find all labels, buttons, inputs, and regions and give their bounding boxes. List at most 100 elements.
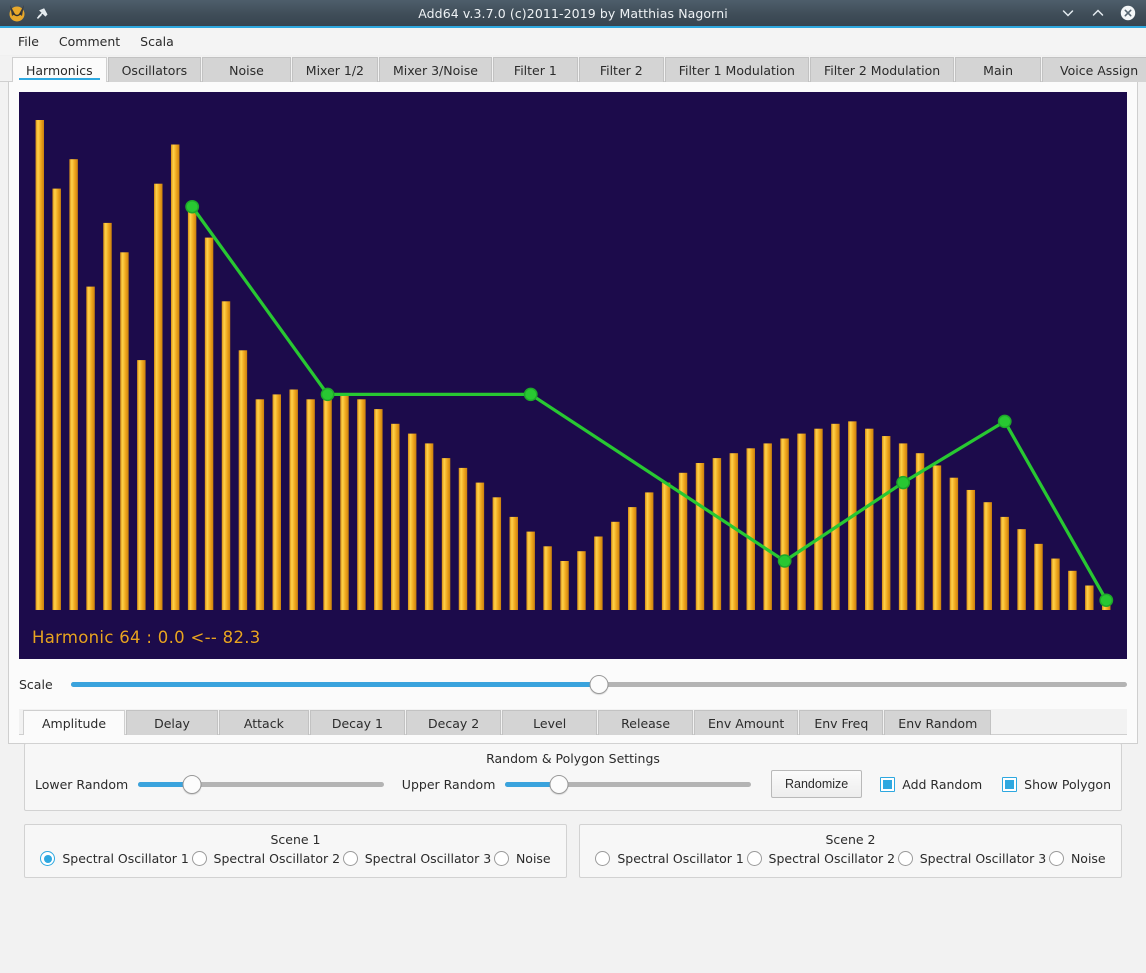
harmonic-bar[interactable] bbox=[611, 522, 619, 610]
slider-thumb[interactable] bbox=[183, 775, 202, 794]
tab-decay-1[interactable]: Decay 1 bbox=[310, 710, 405, 735]
scene2-option-spectral-oscillator-2[interactable]: Spectral Oscillator 2 bbox=[747, 851, 896, 866]
harmonic-bar[interactable] bbox=[36, 120, 44, 610]
harmonic-bar[interactable] bbox=[1034, 544, 1042, 610]
harmonic-bar[interactable] bbox=[306, 399, 314, 610]
radio-button[interactable] bbox=[343, 851, 358, 866]
harmonic-bar[interactable] bbox=[577, 551, 585, 610]
tab-attack[interactable]: Attack bbox=[219, 710, 309, 735]
scene1-option-spectral-oscillator-2[interactable]: Spectral Oscillator 2 bbox=[192, 851, 341, 866]
harmonic-bar[interactable] bbox=[69, 159, 77, 610]
harmonic-bar[interactable] bbox=[899, 443, 907, 610]
tab-filter-1-modulation[interactable]: Filter 1 Modulation bbox=[665, 57, 809, 82]
polygon-control-point[interactable] bbox=[999, 415, 1011, 427]
harmonic-bar[interactable] bbox=[865, 429, 873, 610]
add-random-checkbox[interactable] bbox=[880, 777, 895, 792]
harmonic-bar[interactable] bbox=[442, 458, 450, 610]
radio-button[interactable] bbox=[494, 851, 509, 866]
menu-item-scala[interactable]: Scala bbox=[130, 30, 184, 53]
tab-voice-assign[interactable]: Voice Assign bbox=[1042, 57, 1146, 82]
tab-oscillators[interactable]: Oscillators bbox=[108, 57, 202, 82]
harmonic-bar[interactable] bbox=[323, 394, 331, 610]
harmonic-bar[interactable] bbox=[493, 497, 501, 610]
harmonic-bar[interactable] bbox=[239, 350, 247, 610]
harmonic-bar[interactable] bbox=[86, 287, 94, 610]
harmonic-bar[interactable] bbox=[780, 439, 788, 611]
harmonic-bar[interactable] bbox=[916, 453, 924, 610]
polygon-control-point[interactable] bbox=[186, 201, 198, 213]
harmonic-bar[interactable] bbox=[1051, 559, 1059, 610]
harmonic-bar[interactable] bbox=[52, 189, 60, 610]
harmonic-bar[interactable] bbox=[628, 507, 636, 610]
harmonic-bar[interactable] bbox=[763, 443, 771, 610]
maximize-button[interactable] bbox=[1090, 5, 1106, 21]
pin-icon[interactable] bbox=[35, 6, 50, 21]
tab-amplitude[interactable]: Amplitude bbox=[23, 710, 125, 735]
tab-harmonics[interactable]: Harmonics bbox=[12, 57, 107, 82]
randomize-button[interactable]: Randomize bbox=[771, 770, 862, 798]
harmonic-bar[interactable] bbox=[459, 468, 467, 610]
add-random-checkbox-row[interactable]: Add Random bbox=[880, 777, 982, 792]
tab-filter-2-modulation[interactable]: Filter 2 Modulation bbox=[810, 57, 954, 82]
harmonic-bar[interactable] bbox=[933, 465, 941, 610]
tab-mixer-3-noise[interactable]: Mixer 3/Noise bbox=[379, 57, 492, 82]
menu-item-file[interactable]: File bbox=[8, 30, 49, 53]
harmonic-bar[interactable] bbox=[374, 409, 382, 610]
polygon-control-point[interactable] bbox=[897, 477, 909, 489]
harmonic-bar[interactable] bbox=[273, 394, 281, 610]
harmonic-bar[interactable] bbox=[1068, 571, 1076, 610]
harmonic-bar[interactable] bbox=[510, 517, 518, 610]
harmonics-chart[interactable]: Harmonic 64 : 0.0 <-- 82.3 bbox=[19, 92, 1127, 659]
tab-decay-2[interactable]: Decay 2 bbox=[406, 710, 501, 735]
tab-env-amount[interactable]: Env Amount bbox=[694, 710, 798, 735]
tab-env-random[interactable]: Env Random bbox=[884, 710, 991, 735]
harmonic-bar[interactable] bbox=[696, 463, 704, 610]
radio-button[interactable] bbox=[40, 851, 55, 866]
radio-button[interactable] bbox=[192, 851, 207, 866]
scene1-option-noise[interactable]: Noise bbox=[494, 851, 551, 866]
scale-slider[interactable] bbox=[71, 673, 1127, 695]
harmonic-bar[interactable] bbox=[357, 399, 365, 610]
harmonic-bar[interactable] bbox=[103, 223, 111, 610]
harmonic-bar[interactable] bbox=[1085, 586, 1093, 611]
harmonic-bar[interactable] bbox=[425, 443, 433, 610]
scene2-option-noise[interactable]: Noise bbox=[1049, 851, 1106, 866]
radio-button[interactable] bbox=[747, 851, 762, 866]
polygon-control-point[interactable] bbox=[778, 555, 790, 567]
harmonic-bar[interactable] bbox=[543, 546, 551, 610]
harmonic-bar[interactable] bbox=[408, 434, 416, 610]
harmonic-bar[interactable] bbox=[120, 252, 128, 610]
harmonic-bar[interactable] bbox=[882, 436, 890, 610]
tab-delay[interactable]: Delay bbox=[126, 710, 218, 735]
radio-button[interactable] bbox=[1049, 851, 1064, 866]
harmonic-bar[interactable] bbox=[950, 478, 958, 610]
harmonic-bar[interactable] bbox=[594, 537, 602, 611]
radio-button[interactable] bbox=[898, 851, 913, 866]
harmonic-bar[interactable] bbox=[205, 238, 213, 610]
harmonic-bar[interactable] bbox=[967, 490, 975, 610]
tab-filter-1[interactable]: Filter 1 bbox=[493, 57, 578, 82]
show-polygon-checkbox[interactable] bbox=[1002, 777, 1017, 792]
harmonic-bar[interactable] bbox=[137, 360, 145, 610]
tab-mixer-1-2[interactable]: Mixer 1/2 bbox=[292, 57, 378, 82]
scene2-option-spectral-oscillator-3[interactable]: Spectral Oscillator 3 bbox=[898, 851, 1047, 866]
harmonic-bar[interactable] bbox=[747, 448, 755, 610]
harmonic-bar[interactable] bbox=[831, 424, 839, 610]
minimize-button[interactable] bbox=[1060, 5, 1076, 21]
scene1-option-spectral-oscillator-3[interactable]: Spectral Oscillator 3 bbox=[343, 851, 492, 866]
tab-level[interactable]: Level bbox=[502, 710, 597, 735]
tab-release[interactable]: Release bbox=[598, 710, 693, 735]
tab-noise[interactable]: Noise bbox=[202, 57, 291, 82]
harmonic-bar[interactable] bbox=[814, 429, 822, 610]
slider-thumb[interactable] bbox=[590, 675, 609, 694]
harmonic-bar[interactable] bbox=[645, 492, 653, 610]
harmonic-bar[interactable] bbox=[730, 453, 738, 610]
harmonic-bar[interactable] bbox=[984, 502, 992, 610]
harmonic-bar[interactable] bbox=[256, 399, 264, 610]
polygon-control-point[interactable] bbox=[321, 388, 333, 400]
upper-random-slider[interactable] bbox=[505, 773, 751, 795]
tab-filter-2[interactable]: Filter 2 bbox=[579, 57, 664, 82]
harmonic-bar[interactable] bbox=[222, 301, 230, 610]
harmonic-bar[interactable] bbox=[1017, 529, 1025, 610]
harmonic-bar[interactable] bbox=[391, 424, 399, 610]
